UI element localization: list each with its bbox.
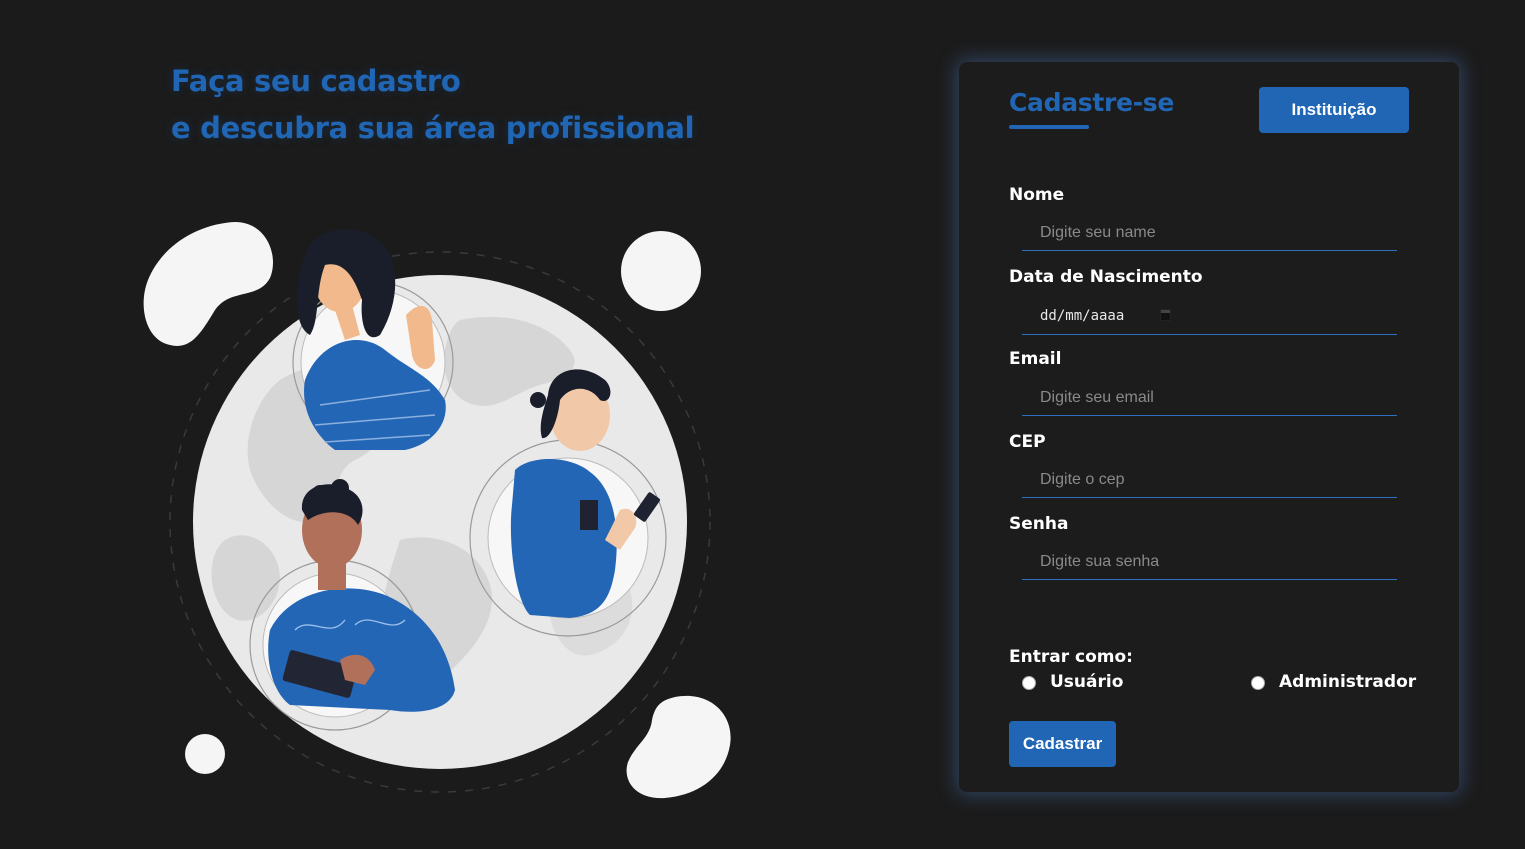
hero-headline: Faça seu cadastro e descubra sua área pr…: [171, 58, 695, 152]
email-input[interactable]: [1022, 380, 1397, 416]
hero-line-1: Faça seu cadastro: [171, 64, 461, 98]
person-woman-waving: [292, 228, 454, 450]
name-label: Nome: [1009, 185, 1065, 205]
dot-top-right: [621, 231, 701, 311]
password-input[interactable]: [1022, 544, 1397, 580]
name-input[interactable]: [1022, 215, 1397, 251]
radio-administrador-label[interactable]: Administrador: [1279, 672, 1416, 692]
title-underline: [1009, 125, 1089, 129]
birthdate-value: dd/mm/aaaa: [1040, 308, 1125, 324]
hero-line-2: e descubra sua área profissional: [171, 111, 695, 145]
birthdate-label: Data de Nascimento: [1009, 267, 1203, 287]
blob-bottom-right: [626, 695, 731, 799]
radio-usuario-label[interactable]: Usuário: [1050, 672, 1123, 692]
calendar-icon[interactable]: [1160, 309, 1171, 321]
signup-card: Cadastre-se Instituição Nome Data de Nas…: [959, 62, 1459, 792]
submit-button[interactable]: Cadastrar: [1009, 721, 1116, 767]
email-label: Email: [1009, 349, 1062, 369]
radio-administrador[interactable]: [1251, 676, 1265, 690]
dot-bottom-left: [185, 734, 225, 774]
radio-usuario[interactable]: [1022, 676, 1036, 690]
blob-top-left: [143, 221, 273, 346]
role-label: Entrar como:: [1009, 647, 1133, 667]
people-globe-illustration: [143, 221, 731, 799]
signup-title: Cadastre-se: [1009, 88, 1175, 117]
cep-label: CEP: [1009, 432, 1046, 452]
cep-input[interactable]: [1022, 462, 1397, 498]
password-label: Senha: [1009, 514, 1069, 534]
institution-button[interactable]: Instituição: [1259, 87, 1409, 133]
birthdate-input[interactable]: dd/mm/aaaa: [1022, 299, 1397, 335]
